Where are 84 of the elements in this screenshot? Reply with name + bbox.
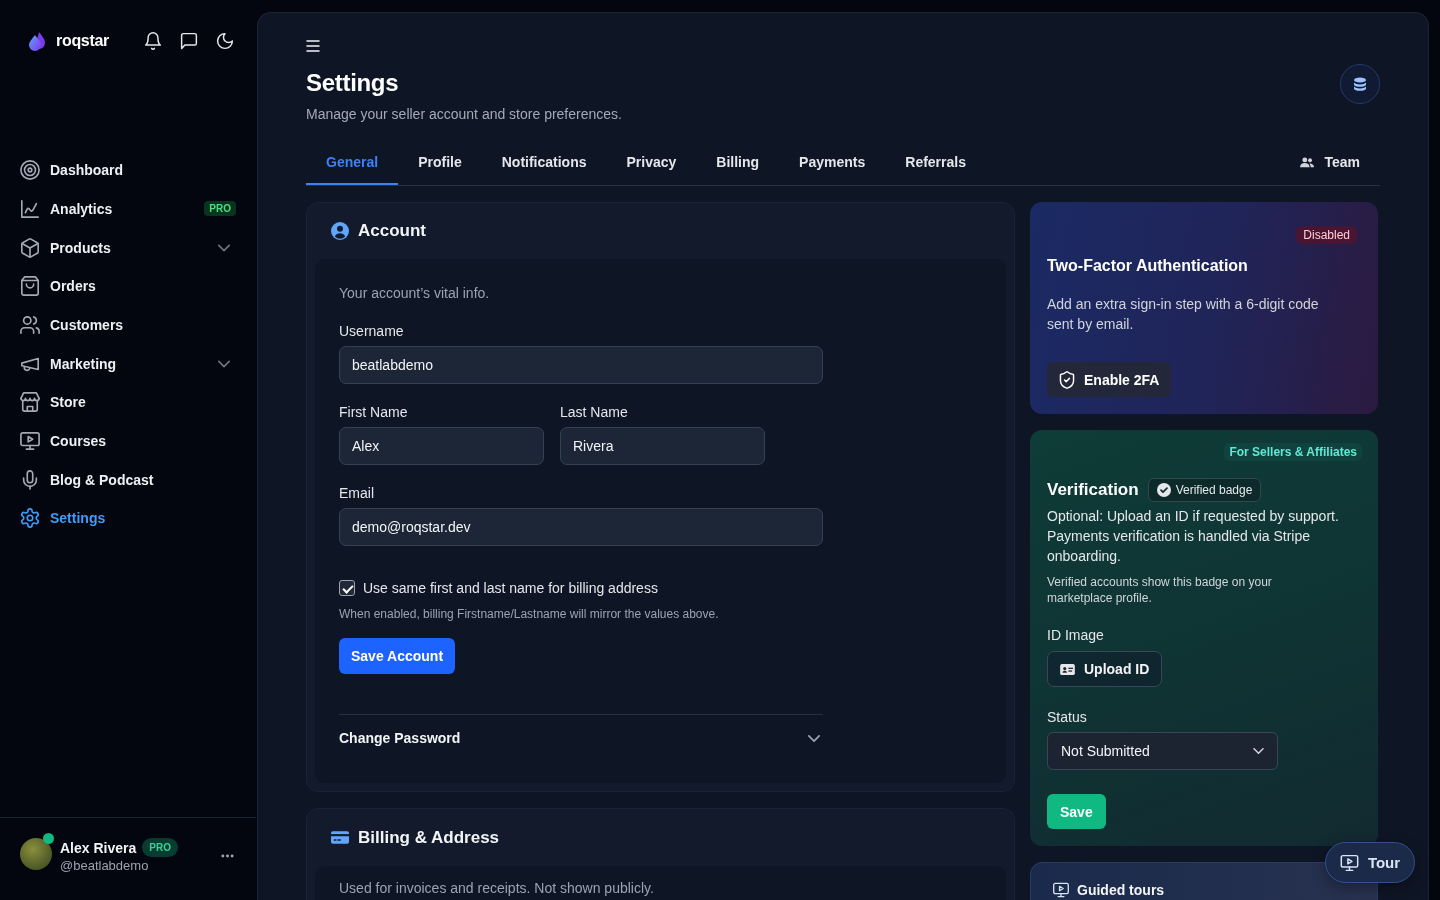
tab[interactable]: Notifications: [481, 139, 607, 185]
field-label: Email: [339, 484, 375, 503]
page-subtitle: Manage your seller account and store preferences.: [306, 105, 622, 124]
field-label: Username: [339, 322, 405, 341]
tab[interactable]: Billing: [696, 139, 780, 185]
more-icon[interactable]: [221, 854, 234, 858]
pro-badge: PRO: [142, 838, 178, 857]
nav-item[interactable]: Store: [0, 382, 256, 422]
input-field[interactable]: demo@roqstar.dev: [339, 508, 823, 546]
line-chart-icon: [20, 199, 40, 219]
id-card-icon: [1060, 663, 1075, 675]
note-text: Verified accounts show this badge on your marketplace profile.: [1047, 574, 1273, 606]
save-button[interactable]: Save Account: [339, 638, 456, 674]
microphone-icon: [20, 469, 40, 490]
badge-label: Verified badge: [1175, 483, 1253, 497]
nav-item[interactable]: Blog & Podcast: [0, 460, 256, 499]
nav-item[interactable]: Analytics PRO: [0, 189, 256, 229]
user-handle: @beatlabdemo: [60, 858, 150, 873]
nav-item[interactable]: Customers: [0, 305, 256, 345]
checkbox[interactable]: [339, 580, 355, 596]
section-description: Your account’s vital info.: [339, 284, 491, 303]
tab[interactable]: Privacy: [606, 139, 697, 185]
hint-text: When enabled, billing Firstname/Lastname will mirror the values above.: [339, 606, 720, 622]
settings-icon: [20, 508, 40, 529]
nav-item[interactable]: Marketing: [0, 344, 256, 383]
shield-icon: [1059, 370, 1075, 389]
bell-icon[interactable]: [144, 32, 162, 50]
monitor-play-icon: [20, 430, 40, 451]
target-icon: [20, 160, 40, 181]
team-link[interactable]: Team: [1280, 139, 1380, 185]
page-title: Settings: [306, 68, 400, 98]
user-name: Alex Rivera: [60, 838, 137, 857]
field-label: First Name: [339, 403, 409, 422]
nav-item[interactable]: Orders: [0, 266, 256, 306]
tab[interactable]: Referrals: [885, 139, 986, 185]
card-title: Verification: [1047, 480, 1139, 500]
select-field[interactable]: Not Submitted: [1047, 732, 1278, 770]
chat-icon[interactable]: [180, 32, 198, 50]
tab[interactable]: Payments: [779, 139, 886, 185]
credit-card-icon: [331, 831, 349, 844]
shopping-bag-icon: [20, 276, 40, 297]
enable-2fa-button[interactable]: Enable 2FA: [1047, 362, 1172, 397]
card-description: Add an extra sign-in step with a 6-digit code sent by email.: [1047, 295, 1320, 334]
card-title: Account: [358, 221, 426, 241]
database-button[interactable]: [1340, 64, 1380, 104]
field-label: ID Image: [1047, 626, 1105, 645]
field-label: Status: [1047, 708, 1088, 727]
status-badge: Disabled: [1296, 226, 1357, 244]
avatar-placeholder: [20, 838, 52, 870]
input-field[interactable]: Rivera: [560, 427, 765, 465]
monitor-play-icon: [1053, 882, 1069, 898]
check-circle-icon: [1156, 483, 1171, 497]
moon-icon[interactable]: [216, 32, 234, 50]
field-label: Last Name: [560, 403, 629, 422]
monitor-play-icon: [1339, 853, 1359, 872]
input-field[interactable]: Alex: [339, 427, 544, 465]
card-title: Two-Factor Authentication: [1047, 256, 1249, 276]
nav-item[interactable]: Courses: [0, 421, 256, 461]
accordion-toggle[interactable]: Change Password: [339, 715, 823, 761]
nav-item[interactable]: Settings: [0, 498, 256, 538]
checkbox-label: Use same first and last name for billing address: [363, 579, 658, 598]
tab[interactable]: General: [306, 139, 399, 185]
database-icon: [1353, 77, 1367, 91]
logo-icon: [26, 31, 46, 51]
chevron-down-icon: [1253, 748, 1264, 754]
cube-icon: [20, 237, 40, 258]
tour-button[interactable]: Tour: [1325, 842, 1415, 883]
brand-name: roqstar: [56, 32, 110, 50]
pro-badge: PRO: [204, 201, 236, 217]
tab[interactable]: Profile: [398, 139, 482, 185]
audience-tag: For Sellers & Affiliates: [1224, 443, 1362, 461]
users-icon: [20, 314, 40, 335]
nav-item[interactable]: Dashboard: [0, 151, 256, 190]
upload-button[interactable]: Upload ID: [1047, 651, 1163, 687]
users-icon: [1300, 156, 1315, 168]
section-description: Used for invoices and receipts. Not shown publicly.: [339, 879, 655, 898]
card-title: Billing & Address: [358, 827, 500, 848]
storefront-icon: [20, 392, 40, 413]
card-title: Guided tours: [1077, 881, 1165, 899]
menu-icon[interactable]: [306, 40, 320, 52]
card-description: Optional: Upload an ID if requested by support. Payments verification is handled via Stripe onboarding.: [1047, 507, 1340, 566]
input-field[interactable]: beatlabdemo: [339, 346, 823, 384]
user-circle-icon: [331, 222, 349, 240]
nav-item[interactable]: Products: [0, 228, 256, 267]
